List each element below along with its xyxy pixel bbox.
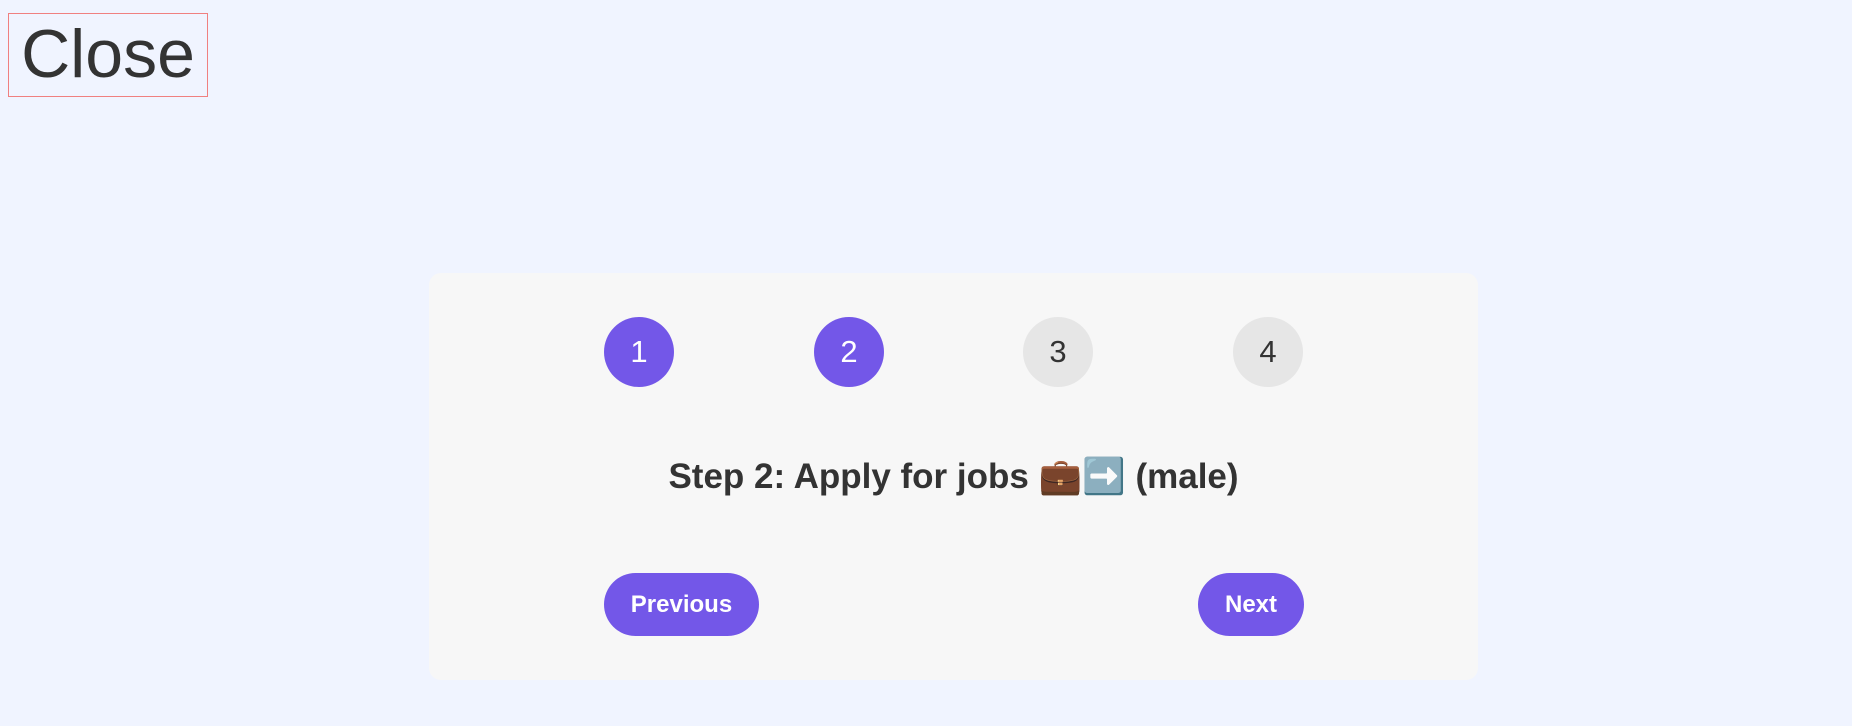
previous-button[interactable]: Previous	[604, 573, 759, 636]
step-1-indicator[interactable]: 1	[604, 317, 674, 387]
next-button[interactable]: Next	[1198, 573, 1304, 636]
wizard-card: 1 2 3 4 Step 2: Apply for jobs 💼➡️ (male…	[429, 273, 1478, 680]
step-title: Step 2: Apply for jobs 💼➡️ (male)	[668, 457, 1239, 496]
step-4-indicator[interactable]: 4	[1233, 317, 1303, 387]
step-3-indicator[interactable]: 3	[1023, 317, 1093, 387]
step-2-indicator[interactable]: 2	[814, 317, 884, 387]
close-button[interactable]: Close	[8, 13, 208, 97]
step-indicator: 1 2 3 4	[429, 317, 1478, 387]
